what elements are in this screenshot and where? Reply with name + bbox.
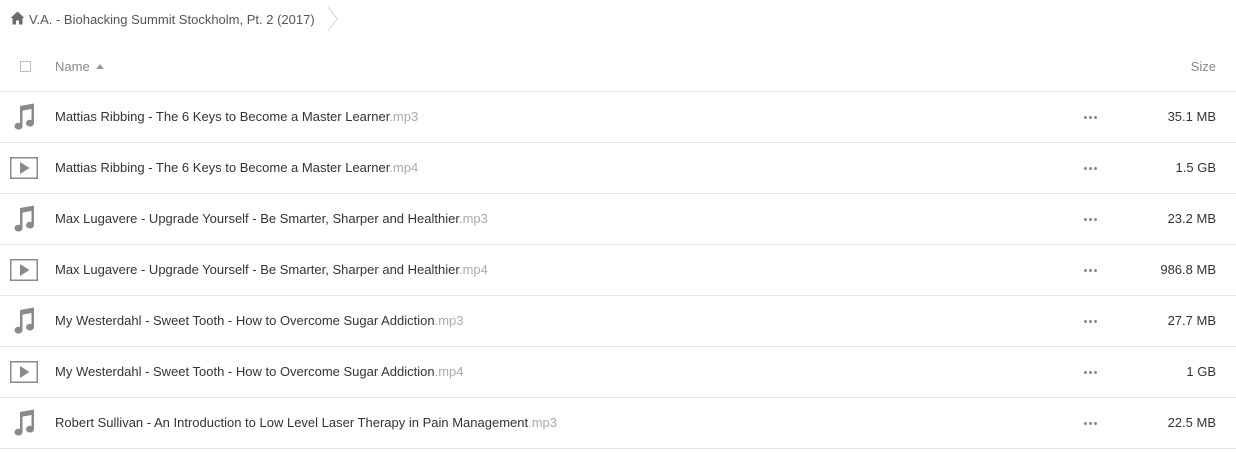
file-name-base: My Westerdahl - Sweet Tooth - How to Ove… (55, 313, 435, 328)
file-row[interactable]: Mattias Ribbing - The 6 Keys to Become a… (0, 143, 1236, 194)
file-name-base: My Westerdahl - Sweet Tooth - How to Ove… (55, 364, 435, 379)
file-name[interactable]: My Westerdahl - Sweet Tooth - How to Ove… (55, 364, 463, 379)
file-name[interactable]: Mattias Ribbing - The 6 Keys to Become a… (55, 109, 418, 124)
column-header-size[interactable]: Size (1191, 59, 1216, 74)
file-row[interactable]: Max Lugavere - Upgrade Yourself - Be Sma… (0, 194, 1236, 245)
video-play-icon (10, 358, 38, 386)
file-extension: .mp3 (528, 415, 557, 430)
file-name-base: Max Lugavere - Upgrade Yourself - Be Sma… (55, 262, 459, 277)
file-name[interactable]: Mattias Ribbing - The 6 Keys to Become a… (55, 160, 418, 175)
file-name-base: Mattias Ribbing - The 6 Keys to Become a… (55, 160, 390, 175)
more-options-icon[interactable] (1084, 422, 1097, 425)
select-all-checkbox[interactable] (20, 61, 31, 72)
file-extension: .mp4 (389, 160, 419, 175)
music-note-icon (10, 409, 38, 437)
file-name-base: Max Lugavere - Upgrade Yourself - Be Sma… (55, 211, 459, 226)
more-options-icon[interactable] (1084, 269, 1097, 272)
file-name-base: Robert Sullivan - An Introduction to Low… (55, 415, 529, 430)
breadcrumb: V.A. - Biohacking Summit Stockholm, Pt. … (10, 0, 339, 38)
home-icon[interactable] (10, 11, 25, 26)
music-note-icon (10, 205, 38, 233)
file-name[interactable]: Max Lugavere - Upgrade Yourself - Be Sma… (55, 262, 488, 277)
list-header: Name Size (0, 42, 1236, 92)
file-name-base: Mattias Ribbing - The 6 Keys to Become a… (55, 109, 390, 124)
file-row[interactable]: Max Lugavere - Upgrade Yourself - Be Sma… (0, 245, 1236, 296)
more-options-icon[interactable] (1084, 218, 1097, 221)
file-list: Mattias Ribbing - The 6 Keys to Become a… (0, 92, 1236, 449)
video-play-icon (10, 256, 38, 284)
more-options-icon[interactable] (1084, 371, 1097, 374)
file-row[interactable]: Mattias Ribbing - The 6 Keys to Become a… (0, 92, 1236, 143)
file-extension: .mp3 (458, 211, 488, 226)
music-note-icon (10, 307, 38, 335)
file-size: 22.5 MB (1167, 415, 1216, 430)
more-options-icon[interactable] (1084, 116, 1097, 119)
file-extension: .mp3 (389, 109, 419, 124)
file-row[interactable]: My Westerdahl - Sweet Tooth - How to Ove… (0, 347, 1236, 398)
file-size: 27.7 MB (1167, 313, 1216, 328)
video-play-icon (10, 154, 38, 182)
file-row[interactable]: Robert Sullivan - An Introduction to Low… (0, 398, 1236, 449)
file-name[interactable]: Robert Sullivan - An Introduction to Low… (55, 415, 557, 430)
file-name[interactable]: Max Lugavere - Upgrade Yourself - Be Sma… (55, 211, 488, 226)
file-extension: .mp3 (434, 313, 464, 328)
music-note-icon (10, 103, 38, 131)
more-options-icon[interactable] (1084, 167, 1097, 170)
file-size: 986.8 MB (1160, 262, 1216, 277)
file-size: 23.2 MB (1167, 211, 1216, 226)
file-extension: .mp4 (458, 262, 488, 277)
column-header-name[interactable]: Name (55, 59, 104, 74)
file-browser: V.A. - Biohacking Summit Stockholm, Pt. … (0, 0, 1236, 453)
file-size: 1.5 GB (1175, 160, 1216, 175)
file-name[interactable]: My Westerdahl - Sweet Tooth - How to Ove… (55, 313, 463, 328)
sort-ascending-icon (95, 64, 104, 69)
file-size: 1 GB (1186, 364, 1216, 379)
file-extension: .mp4 (434, 364, 464, 379)
file-size: 35.1 MB (1167, 109, 1216, 124)
column-header-name-label: Name (55, 59, 90, 74)
more-options-icon[interactable] (1084, 320, 1097, 323)
file-row[interactable]: My Westerdahl - Sweet Tooth - How to Ove… (0, 296, 1236, 347)
breadcrumb-current-folder[interactable]: V.A. - Biohacking Summit Stockholm, Pt. … (29, 12, 315, 27)
breadcrumb-separator-icon (327, 6, 339, 32)
